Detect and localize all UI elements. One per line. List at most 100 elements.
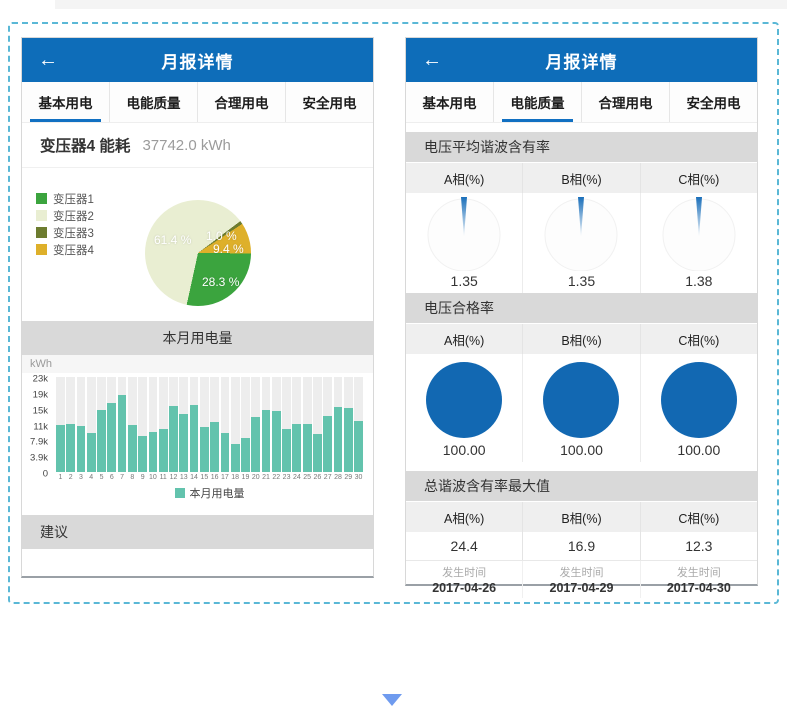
phase-header-b: B相(%) xyxy=(522,502,639,532)
harmonic-gauge-c: 1.38 xyxy=(640,193,757,293)
y-tick-label: 0 xyxy=(43,469,48,480)
bar xyxy=(159,377,168,472)
harmonic-gauge-row: 1.35 1.35 1.38 xyxy=(406,193,757,293)
bar xyxy=(251,377,260,472)
legend-swatch xyxy=(36,227,47,238)
page-title: 月报详情 xyxy=(22,48,373,73)
y-tick-label: 3.9k xyxy=(30,453,48,464)
app-header: ← 月报详情 xyxy=(406,38,757,82)
legend-label: 本月用电量 xyxy=(190,485,245,501)
harmonic-gauge-a: 1.35 xyxy=(406,193,522,293)
harmonic-gauge-b: 1.35 xyxy=(522,193,639,293)
occurrence-cell: 发生时间 2017-04-30 xyxy=(640,561,757,598)
tab-reasonable-power[interactable]: 合理用电 xyxy=(197,82,285,122)
x-tick-label: 16 xyxy=(210,472,219,484)
screen-basic-power: ← 月报详情 基本用电 电能质量 合理用电 安全用电 变压器4 能耗 37742… xyxy=(21,37,374,578)
bar xyxy=(97,377,106,472)
legend-item: 变压器3 xyxy=(36,224,94,241)
occurrence-date: 2017-04-30 xyxy=(667,581,731,595)
tab-basic-power[interactable]: 基本用电 xyxy=(406,82,493,122)
qualified-circle-b: 100.00 xyxy=(522,354,639,462)
screen-power-quality: ← 月报详情 基本用电 电能质量 合理用电 安全用电 电压平均谐波含有率 A相(… xyxy=(405,37,758,586)
circle-value: 100.00 xyxy=(560,442,603,458)
bar xyxy=(77,377,86,472)
page-title: 月报详情 xyxy=(406,48,757,73)
x-tick-label: 23 xyxy=(282,472,291,484)
gauge-value: 1.38 xyxy=(685,273,712,289)
bar xyxy=(128,377,137,472)
x-tick-label: 21 xyxy=(262,472,271,484)
legend-label: 变压器2 xyxy=(53,208,94,224)
time-label: 发生时间 xyxy=(559,564,603,580)
bar xyxy=(334,377,343,472)
x-tick-label: 28 xyxy=(334,472,343,484)
tab-basic-power[interactable]: 基本用电 xyxy=(22,82,109,122)
gauge-value: 1.35 xyxy=(451,273,478,289)
max-value-a: 24.4 xyxy=(406,532,522,560)
x-tick-label: 17 xyxy=(221,472,230,484)
pie-slice-label: 1.0 % xyxy=(206,229,237,243)
qualified-circle-a: 100.00 xyxy=(406,354,522,462)
pie-chart: 61.4 % 1.0 % 9.4 % 28.3 % xyxy=(145,200,251,306)
x-tick-label: 10 xyxy=(149,472,158,484)
bar xyxy=(292,377,301,472)
occurrence-cell: 发生时间 2017-04-26 xyxy=(406,561,522,598)
x-tick-label: 3 xyxy=(77,472,86,484)
tab-safe-power[interactable]: 安全用电 xyxy=(669,82,757,122)
gauge-value: 1.35 xyxy=(568,273,595,289)
bar xyxy=(210,377,219,472)
bar xyxy=(231,377,240,472)
energy-value: 37742.0 kWh xyxy=(142,137,230,154)
full-pie-icon xyxy=(543,362,619,438)
phase-header-c: C相(%) xyxy=(640,324,757,354)
max-value-c: 12.3 xyxy=(640,532,757,560)
legend-swatch xyxy=(36,193,47,204)
tab-bar: 基本用电 电能质量 合理用电 安全用电 xyxy=(406,82,757,123)
bar xyxy=(262,377,271,472)
cropped-content-artifact xyxy=(55,0,787,9)
bar-plot xyxy=(56,377,363,472)
occurrence-cell: 发生时间 2017-04-29 xyxy=(522,561,639,598)
tab-bar: 基本用电 电能质量 合理用电 安全用电 xyxy=(22,82,373,123)
section-header-voltage-qualified: 电压合格率 xyxy=(406,293,757,323)
bar xyxy=(179,377,188,472)
y-tick-label: 19k xyxy=(33,389,48,400)
phase-header-b: B相(%) xyxy=(522,163,639,193)
x-tick-label: 19 xyxy=(241,472,250,484)
bar xyxy=(169,377,178,472)
phase-header-row: A相(%) B相(%) C相(%) xyxy=(406,501,757,532)
circle-value: 100.00 xyxy=(677,442,720,458)
bar xyxy=(107,377,116,472)
legend-item: 变压器1 xyxy=(36,190,94,207)
y-tick-label: 15k xyxy=(33,405,48,416)
legend-label: 变压器4 xyxy=(53,242,94,258)
full-pie-icon xyxy=(661,362,737,438)
tab-reasonable-power[interactable]: 合理用电 xyxy=(581,82,669,122)
bar xyxy=(118,377,127,472)
x-tick-label: 2 xyxy=(66,472,75,484)
occurrence-time-row: 发生时间 2017-04-26 发生时间 2017-04-29 发生时间 201… xyxy=(406,561,757,598)
phase-header-row: A相(%) B相(%) C相(%) xyxy=(406,323,757,354)
energy-summary-row: 变压器4 能耗 37742.0 kWh xyxy=(22,123,373,168)
bar xyxy=(66,377,75,472)
x-tick-label: 24 xyxy=(292,472,301,484)
x-tick-label: 9 xyxy=(138,472,147,484)
phase-header-a: A相(%) xyxy=(406,163,522,193)
next-page-arrow-icon xyxy=(382,694,402,706)
x-tick-label: 22 xyxy=(272,472,281,484)
bar xyxy=(138,377,147,472)
tab-power-quality[interactable]: 电能质量 xyxy=(109,82,197,122)
occurrence-date: 2017-04-26 xyxy=(432,581,496,595)
x-tick-label: 14 xyxy=(190,472,199,484)
bar xyxy=(200,377,209,472)
tab-power-quality[interactable]: 电能质量 xyxy=(493,82,581,122)
tab-safe-power[interactable]: 安全用电 xyxy=(285,82,373,122)
bar xyxy=(354,377,363,472)
circle-value: 100.00 xyxy=(443,442,486,458)
app-header: ← 月报详情 xyxy=(22,38,373,82)
x-tick-label: 26 xyxy=(313,472,322,484)
bar xyxy=(221,377,230,472)
pie-legend: 变压器1 变压器2 变压器3 变压器4 xyxy=(36,190,94,258)
pie-slice-label: 9.4 % xyxy=(213,242,244,256)
legend-item: 变压器2 xyxy=(36,207,94,224)
